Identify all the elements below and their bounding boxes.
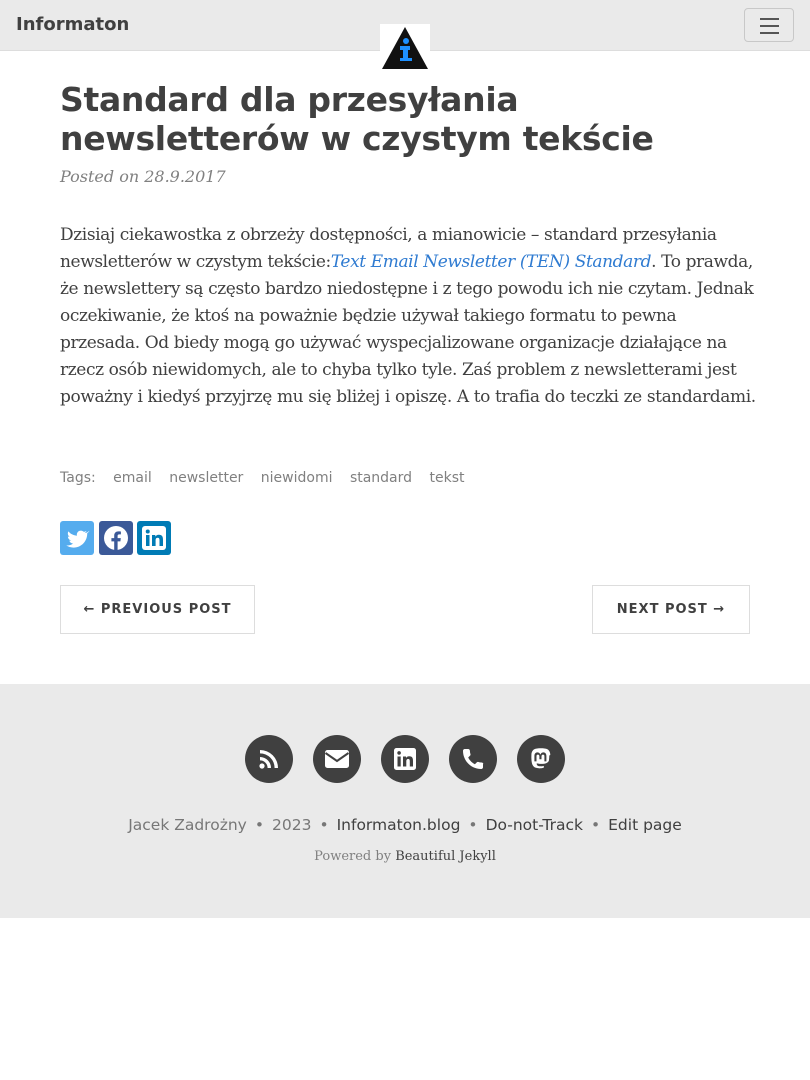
brand-link[interactable]: Informaton <box>16 14 129 35</box>
powered-by-prefix: Powered by <box>314 849 392 864</box>
footer-separator: • <box>468 816 478 834</box>
linkedin-link[interactable] <box>381 735 429 783</box>
mastodon-icon <box>531 748 551 769</box>
tag-link[interactable]: email <box>113 470 152 486</box>
phone-icon <box>463 749 484 769</box>
tag-link[interactable]: standard <box>350 470 412 486</box>
hamburger-icon-bar <box>760 32 779 34</box>
tag-link[interactable]: newsletter <box>169 470 243 486</box>
tag-link[interactable]: niewidomi <box>261 470 333 486</box>
footer-separator: • <box>254 816 264 834</box>
facebook-icon <box>104 526 128 550</box>
footer-separator: • <box>319 816 329 834</box>
linkedin-icon <box>142 526 166 550</box>
previous-post-button[interactable]: ← PREVIOUS POST <box>60 585 255 634</box>
hamburger-icon-bar <box>760 25 779 27</box>
share-linkedin-button[interactable] <box>137 521 171 555</box>
share-twitter-button[interactable] <box>60 521 94 555</box>
linkedin-icon <box>394 748 416 770</box>
next-post-button[interactable]: NEXT POST → <box>592 585 750 634</box>
post-body: Dzisiaj ciekawostka z obrzeży dostępnośc… <box>60 222 760 411</box>
post-meta: Posted on 28.9.2017 <box>60 167 226 186</box>
footer-author: Jacek Zadrożny <box>128 816 247 834</box>
footer-dnt-link[interactable]: Do-not-Track <box>486 816 583 834</box>
post-body-text: . To prawda, że newslettery są często ba… <box>60 252 756 407</box>
rss-link[interactable] <box>245 735 293 783</box>
footer-separator: • <box>590 816 601 834</box>
email-link[interactable] <box>313 735 361 783</box>
tag-link[interactable]: tekst <box>430 470 465 486</box>
mastodon-link[interactable] <box>517 735 565 783</box>
hamburger-icon <box>760 18 779 20</box>
post-title: Standard dla przesyłania newsletterów w … <box>60 80 654 158</box>
powered-by: Powered by Beautiful Jekyll <box>0 849 810 864</box>
tags-list: Tags: email newsletter niewidomi standar… <box>60 470 478 486</box>
ten-standard-link[interactable]: Text Email Newsletter (TEN) Standard <box>331 252 652 272</box>
tags-label: Tags: <box>60 470 96 486</box>
footer-credits: Jacek Zadrożny • 2023 • Informaton.blog • Do-n… <box>0 816 810 834</box>
share-facebook-button[interactable] <box>99 521 133 555</box>
phone-link[interactable] <box>449 735 497 783</box>
footer-year: 2023 <box>271 816 312 834</box>
twitter-icon <box>66 530 90 548</box>
beautiful-jekyll-link[interactable]: Beautiful Jekyll <box>395 849 496 864</box>
site-logo[interactable] <box>380 24 430 70</box>
footer-site-link[interactable]: Informaton.blog <box>337 816 461 834</box>
envelope-icon <box>324 750 350 768</box>
footer-edit-link[interactable]: Edit page <box>608 816 682 834</box>
menu-toggle-button[interactable] <box>744 8 794 42</box>
footer: Jacek Zadrożny • 2023 • Informaton.blog • Do-n… <box>0 684 810 918</box>
rss-icon <box>259 750 278 769</box>
